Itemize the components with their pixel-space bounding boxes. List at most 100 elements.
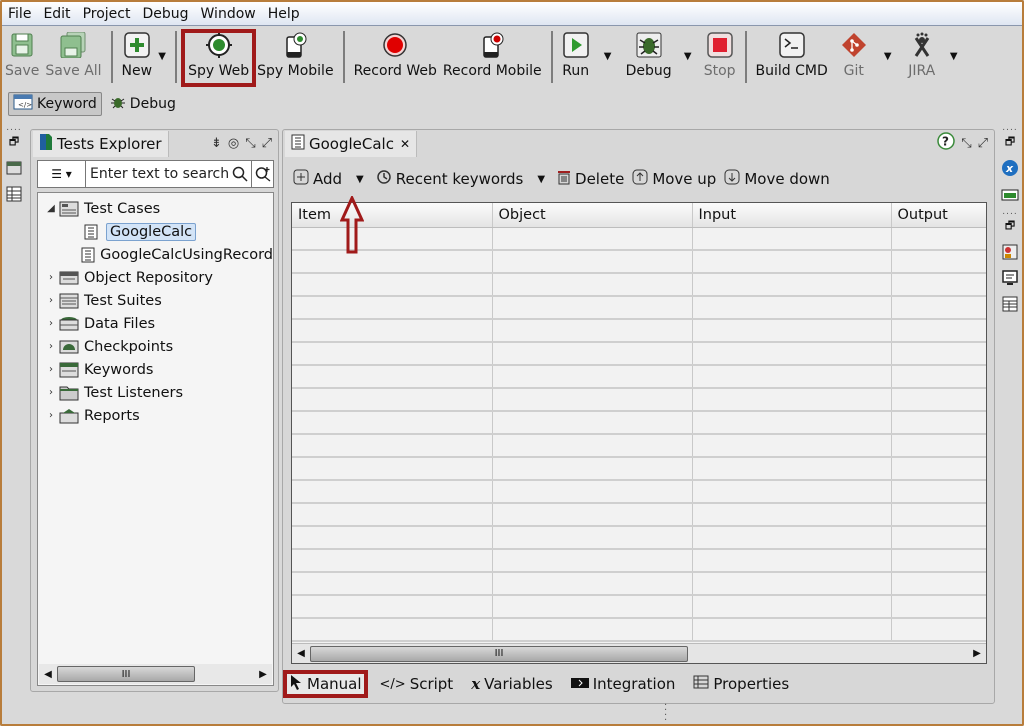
table-row[interactable] bbox=[292, 296, 986, 320]
table-cell-item[interactable] bbox=[292, 319, 493, 343]
tree-node-googlecalcusingrecord[interactable]: GoogleCalcUsingRecord bbox=[38, 243, 273, 266]
table-cell-input[interactable] bbox=[692, 480, 892, 504]
table-cell-object[interactable] bbox=[492, 273, 693, 297]
table-cell-item[interactable] bbox=[292, 572, 493, 596]
table-cell-output[interactable] bbox=[891, 227, 986, 251]
table-cell-object[interactable] bbox=[492, 595, 693, 619]
tree-node-test-cases[interactable]: ◢ Test Cases bbox=[38, 197, 273, 220]
restore-icon[interactable]: 🗗 bbox=[3, 131, 25, 153]
table-cell-output[interactable] bbox=[891, 319, 986, 343]
table-row[interactable] bbox=[292, 457, 986, 481]
table-row[interactable] bbox=[292, 526, 986, 550]
table-cell-output[interactable] bbox=[891, 296, 986, 320]
table-cell-output[interactable] bbox=[891, 411, 986, 435]
scroll-thumb[interactable]: III bbox=[310, 645, 688, 662]
menu-project[interactable]: Project bbox=[83, 6, 131, 22]
expand-chevron-icon[interactable]: › bbox=[44, 272, 58, 283]
search-icon[interactable] bbox=[229, 161, 251, 187]
expand-chevron-icon[interactable]: › bbox=[44, 341, 58, 352]
collapse-all-icon[interactable]: ⇟ bbox=[211, 136, 222, 151]
table-row[interactable] bbox=[292, 595, 986, 619]
table-cell-item[interactable] bbox=[292, 457, 493, 481]
menu-help[interactable]: Help bbox=[268, 6, 300, 22]
table-cell-output[interactable] bbox=[891, 595, 986, 619]
table-cell-input[interactable] bbox=[692, 319, 892, 343]
table-cell-output[interactable] bbox=[891, 618, 986, 642]
expand-chevron-icon[interactable]: › bbox=[44, 295, 58, 306]
table-cell-input[interactable] bbox=[692, 526, 892, 550]
table-cell-input[interactable] bbox=[692, 342, 892, 366]
table-cell-output[interactable] bbox=[891, 572, 986, 596]
table-cell-item[interactable] bbox=[292, 250, 493, 274]
save-all-button[interactable]: Save All bbox=[42, 31, 104, 85]
drag-handle[interactable]: .... bbox=[999, 124, 1021, 133]
spy-mobile-button[interactable]: Spy Mobile bbox=[254, 31, 336, 85]
move-up-button[interactable]: Move up bbox=[632, 169, 716, 189]
table-cell-item[interactable] bbox=[292, 411, 493, 435]
new-button[interactable]: New bbox=[119, 31, 156, 85]
column-header-input[interactable]: Input bbox=[692, 203, 892, 228]
search-input[interactable] bbox=[86, 166, 229, 182]
table-row[interactable] bbox=[292, 480, 986, 504]
expand-chevron-icon[interactable]: › bbox=[44, 387, 58, 398]
table-row[interactable] bbox=[292, 572, 986, 596]
tree-node-test-suites[interactable]: › Test Suites bbox=[38, 289, 273, 312]
spy-web-button[interactable]: Spy Web bbox=[181, 29, 257, 87]
tests-explorer-tab[interactable]: Tests Explorer bbox=[33, 131, 169, 157]
record-web-button[interactable]: Record Web bbox=[351, 31, 440, 85]
table-row[interactable] bbox=[292, 434, 986, 458]
table-cell-input[interactable] bbox=[692, 434, 892, 458]
table-row[interactable] bbox=[292, 319, 986, 343]
table-row[interactable] bbox=[292, 388, 986, 412]
save-button[interactable]: Save bbox=[2, 31, 42, 85]
table-cell-input[interactable] bbox=[692, 296, 892, 320]
table-cell-item[interactable] bbox=[292, 480, 493, 504]
table-cell-output[interactable] bbox=[891, 250, 986, 274]
scroll-thumb[interactable]: III bbox=[57, 666, 195, 682]
jira-dropdown-caret[interactable]: ▼ bbox=[947, 31, 961, 81]
table-cell-output[interactable] bbox=[891, 342, 986, 366]
table-cell-item[interactable] bbox=[292, 296, 493, 320]
table-cell-item[interactable] bbox=[292, 342, 493, 366]
table-cell-object[interactable] bbox=[492, 549, 693, 573]
table-cell-input[interactable] bbox=[692, 411, 892, 435]
tree-node-checkpoints[interactable]: › Checkpoints bbox=[38, 335, 273, 358]
table-cell-item[interactable] bbox=[292, 526, 493, 550]
filter-dropdown[interactable]: ☰ ▾ bbox=[38, 161, 86, 187]
table-cell-output[interactable] bbox=[891, 434, 986, 458]
recent-keywords-button[interactable]: Recent keywords bbox=[376, 169, 523, 189]
table-cell-input[interactable] bbox=[692, 365, 892, 389]
new-dropdown-caret[interactable]: ▼ bbox=[155, 31, 169, 81]
table-cell-output[interactable] bbox=[891, 549, 986, 573]
table-cell-object[interactable] bbox=[492, 411, 693, 435]
close-tab-icon[interactable]: ✕ bbox=[400, 137, 410, 151]
table-cell-input[interactable] bbox=[692, 388, 892, 412]
debug-button[interactable]: Debug bbox=[623, 31, 675, 85]
move-down-button[interactable]: Move down bbox=[724, 169, 830, 189]
grid-icon[interactable] bbox=[999, 293, 1021, 315]
table-cell-input[interactable] bbox=[692, 572, 892, 596]
column-header-output[interactable]: Output bbox=[891, 203, 986, 228]
run-dropdown-caret[interactable]: ▼ bbox=[601, 31, 615, 81]
table-cell-item[interactable] bbox=[292, 503, 493, 527]
report-icon[interactable] bbox=[999, 241, 1021, 263]
table-cell-object[interactable] bbox=[492, 250, 693, 274]
debug-dropdown-caret[interactable]: ▼ bbox=[681, 31, 695, 81]
table-row[interactable] bbox=[292, 250, 986, 274]
tree-node-object-repository[interactable]: › Object Repository bbox=[38, 266, 273, 289]
restore-icon[interactable]: 🗗 bbox=[999, 215, 1021, 237]
drag-handle[interactable]: .... bbox=[3, 124, 25, 133]
run-button[interactable]: Run bbox=[559, 31, 593, 85]
recent-keywords-dropdown-caret[interactable]: ▼ bbox=[537, 174, 545, 185]
menu-edit[interactable]: Edit bbox=[43, 6, 70, 22]
table-cell-item[interactable] bbox=[292, 365, 493, 389]
column-header-item[interactable]: Item bbox=[292, 203, 493, 228]
table-cell-input[interactable] bbox=[692, 618, 892, 642]
tab-integration[interactable]: Integration bbox=[567, 673, 680, 695]
monitor-icon[interactable] bbox=[999, 267, 1021, 289]
table-cell-output[interactable] bbox=[891, 526, 986, 550]
table-cell-output[interactable] bbox=[891, 388, 986, 412]
expand-chevron-icon[interactable]: › bbox=[44, 364, 58, 375]
table-cell-object[interactable] bbox=[492, 227, 693, 251]
add-dropdown-caret[interactable]: ▼ bbox=[356, 174, 364, 185]
